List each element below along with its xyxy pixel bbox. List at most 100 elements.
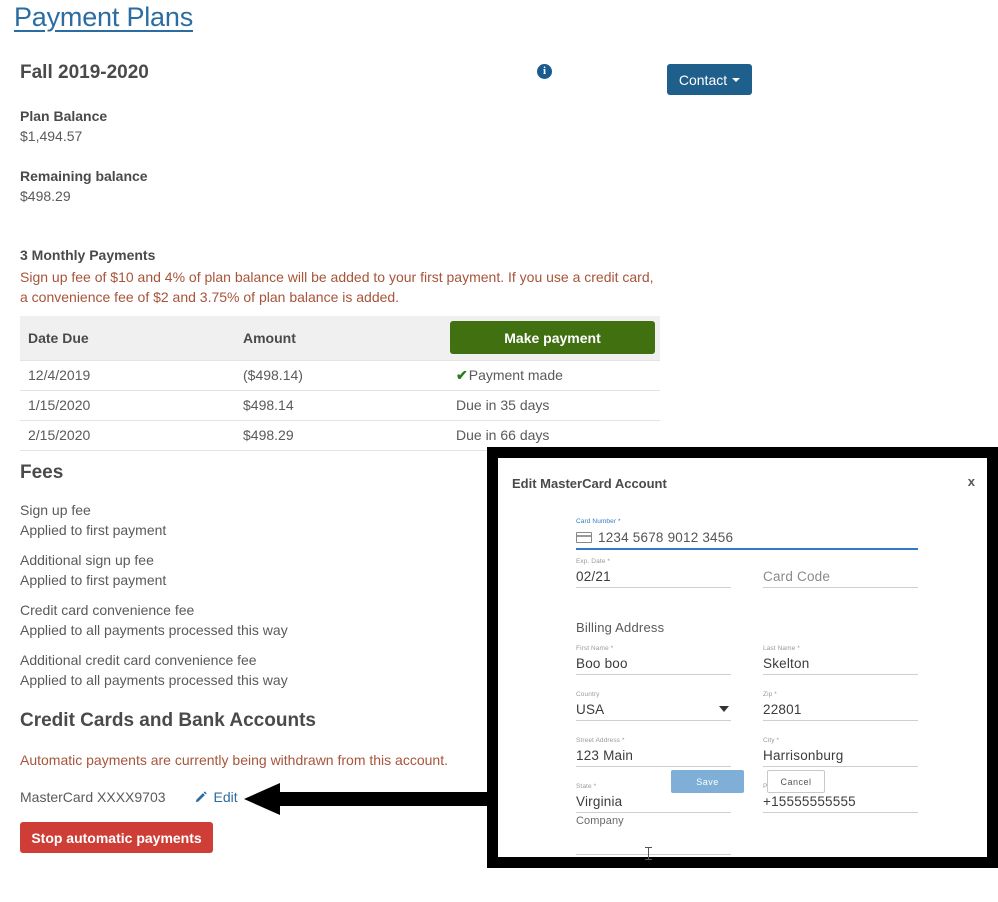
- cell-status: Due in 35 days: [448, 389, 660, 420]
- fee-description: Applied to all payments processed this w…: [20, 622, 288, 638]
- billing-address-heading: Billing Address: [576, 620, 665, 635]
- info-icon[interactable]: i: [537, 64, 552, 79]
- fee-item: Credit card convenience fee Applied to a…: [20, 600, 288, 640]
- contact-button[interactable]: Contact: [667, 64, 752, 95]
- street-address-field[interactable]: Street Address * 123 Main: [576, 737, 731, 767]
- exp-date-label: Exp. Date *: [576, 558, 610, 565]
- pencil-icon: [195, 791, 207, 803]
- column-header-action: Make payment: [448, 316, 660, 360]
- company-label: Company: [576, 815, 624, 827]
- first-name-label: First Name *: [576, 645, 614, 652]
- table-row: 1/15/2020 $498.14 Due in 35 days: [20, 389, 660, 420]
- table-header-row: Date Due Amount Make payment: [20, 316, 660, 360]
- billing-address-grid: First Name * Boo boo Last Name * Skelton…: [576, 645, 918, 831]
- payment-schedule-note: Sign up fee of $10 and 4% of plan balanc…: [20, 269, 654, 305]
- auto-payment-note: Automatic payments are currently being w…: [20, 752, 448, 768]
- remaining-balance-value: $498.29: [20, 188, 71, 204]
- company-field[interactable]: Company: [576, 815, 731, 860]
- payments-table-body: 12/4/2019 ($498.14) ✔Payment made 1/15/2020…: [20, 359, 660, 451]
- edit-card-modal-frame: Edit MasterCard Account x Card Number * …: [487, 447, 998, 868]
- save-button[interactable]: Save: [671, 770, 744, 793]
- payment-form: Card Number * 1234 5678 9012 3456 Exp. D…: [576, 518, 918, 860]
- fee-description: Applied to first payment: [20, 572, 167, 588]
- card-code-placeholder: Card Code: [763, 569, 831, 584]
- card-number-label: Card Number *: [576, 518, 621, 525]
- page-title-link[interactable]: Payment Plans: [14, 2, 193, 33]
- plan-balance-label: Plan Balance: [20, 108, 108, 124]
- exp-date-value: 02/21: [576, 569, 611, 584]
- card-details-grid: Exp. Date * 02/21 Card Code: [576, 558, 918, 606]
- cell-status: ✔Payment made: [448, 359, 660, 390]
- plan-balance-value: $1,494.57: [20, 128, 83, 144]
- payments-table: Date Due Amount Make payment 12/4/2019 ($…: [20, 316, 660, 451]
- state-value: Virginia: [576, 794, 623, 809]
- text-cursor-icon: [645, 847, 652, 860]
- status-text: Payment made: [468, 366, 563, 383]
- account-label: MasterCard XXXX9703: [20, 789, 166, 805]
- fee-name: Additional sign up fee: [20, 552, 154, 568]
- first-name-value: Boo boo: [576, 656, 628, 671]
- contact-button-label: Contact: [678, 71, 728, 88]
- modal-actions: Save Cancel: [576, 770, 918, 793]
- fee-item: Sign up fee Applied to first payment: [20, 500, 166, 540]
- accounts-heading: Credit Cards and Bank Accounts: [20, 710, 316, 731]
- cell-amount: $498.14: [235, 389, 448, 420]
- card-number-value: 1234 5678 9012 3456: [598, 530, 734, 545]
- credit-card-icon: [576, 532, 592, 543]
- fee-description: Applied to first payment: [20, 522, 167, 538]
- chevron-down-icon: [732, 77, 741, 82]
- fee-name: Additional credit card convenience fee: [20, 652, 257, 668]
- first-name-field[interactable]: First Name * Boo boo: [576, 645, 731, 675]
- cell-amount: ($498.14): [235, 359, 448, 390]
- fee-name: Sign up fee: [20, 502, 91, 518]
- edit-card-modal: Edit MasterCard Account x Card Number * …: [498, 458, 987, 860]
- cell-date-due: 2/15/2020: [20, 419, 235, 451]
- account-row: MasterCard XXXX9703 Edit: [20, 789, 238, 805]
- status-text: Due in 66 days: [456, 427, 550, 443]
- card-code-field[interactable]: Card Code: [763, 560, 918, 588]
- check-icon: ✔: [456, 366, 468, 383]
- city-value: Harrisonburg: [763, 748, 844, 763]
- zip-label: Zip *: [763, 691, 777, 698]
- cancel-button[interactable]: Cancel: [767, 770, 825, 793]
- city-field[interactable]: City * Harrisonburg: [763, 737, 918, 767]
- country-value: USA: [576, 702, 605, 717]
- zip-field[interactable]: Zip * 22801: [763, 691, 918, 721]
- table-row: 12/4/2019 ($498.14) ✔Payment made: [20, 359, 660, 390]
- fee-description: Applied to all payments processed this w…: [20, 672, 288, 688]
- last-name-value: Skelton: [763, 656, 810, 671]
- country-label: Country: [576, 691, 600, 698]
- cell-status: Due in 66 days: [448, 419, 660, 451]
- table-row: 2/15/2020 $498.29 Due in 66 days: [20, 419, 660, 451]
- street-address-label: Street Address *: [576, 737, 625, 744]
- cell-amount: $498.29: [235, 419, 448, 451]
- column-header-amount: Amount: [235, 316, 448, 360]
- card-number-field[interactable]: Card Number * 1234 5678 9012 3456: [576, 518, 918, 550]
- fees-heading: Fees: [20, 462, 64, 483]
- last-name-field[interactable]: Last Name * Skelton: [763, 645, 918, 675]
- stop-automatic-payments-button[interactable]: Stop automatic payments: [20, 822, 213, 853]
- phone-number-value: +15555555555: [763, 794, 856, 809]
- cell-date-due: 12/4/2019: [20, 359, 235, 390]
- remaining-balance-label: Remaining balance: [20, 168, 148, 184]
- close-icon[interactable]: x: [968, 474, 975, 489]
- payment-schedule-title: 3 Monthly Payments: [20, 247, 156, 263]
- modal-title: Edit MasterCard Account: [512, 476, 667, 491]
- fee-item: Additional credit card convenience fee A…: [20, 650, 288, 690]
- city-label: City *: [763, 737, 780, 744]
- fee-item: Additional sign up fee Applied to first …: [20, 550, 166, 590]
- edit-account-link[interactable]: Edit: [194, 789, 238, 805]
- column-header-date-due: Date Due: [20, 316, 235, 360]
- exp-date-field[interactable]: Exp. Date * 02/21: [576, 558, 731, 588]
- country-select[interactable]: Country USA: [576, 691, 731, 721]
- chevron-down-icon: [719, 706, 729, 712]
- fee-name: Credit card convenience fee: [20, 602, 195, 618]
- street-address-value: 123 Main: [576, 748, 634, 763]
- zip-value: 22801: [763, 702, 802, 717]
- last-name-label: Last Name *: [763, 645, 800, 652]
- make-payment-button[interactable]: Make payment: [450, 321, 655, 354]
- edit-link-label: Edit: [213, 789, 238, 805]
- plan-term-heading: Fall 2019-2020: [20, 62, 149, 83]
- cell-date-due: 1/15/2020: [20, 389, 235, 420]
- status-text: Due in 35 days: [456, 397, 550, 413]
